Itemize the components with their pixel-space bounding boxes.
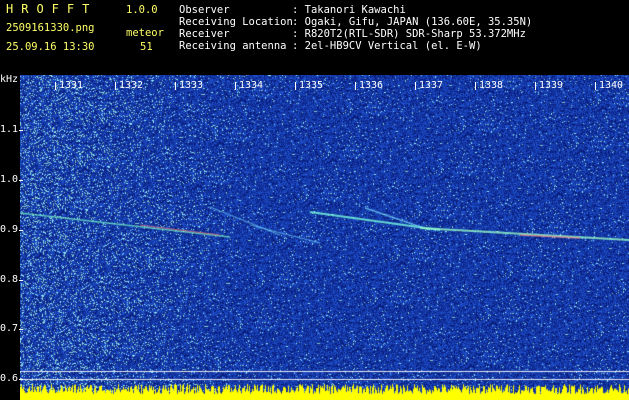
y-tick-label: 1.1 bbox=[0, 124, 19, 135]
x-tick-mark bbox=[235, 82, 236, 90]
y-tick-mark bbox=[19, 130, 23, 131]
y-tick-mark bbox=[19, 230, 23, 231]
x-tick-label: 1338 bbox=[479, 80, 504, 91]
y-tick-label: 0.9 bbox=[0, 224, 19, 235]
x-tick-label: 1335 bbox=[299, 80, 324, 91]
y-tick-label: 0.7 bbox=[0, 323, 19, 334]
info-label-location: Receiving Location bbox=[179, 16, 293, 28]
x-tick-mark bbox=[55, 82, 56, 90]
info-label-observer: Observer bbox=[179, 4, 230, 16]
x-tick-label: 1339 bbox=[539, 80, 564, 91]
x-tick-mark bbox=[175, 82, 176, 90]
y-tick-label: 1.0 bbox=[0, 174, 19, 185]
detection-label: meteor bbox=[126, 27, 164, 39]
x-tick-mark bbox=[115, 82, 116, 90]
x-tick-label: 1336 bbox=[359, 80, 384, 91]
info-label-receiver: Receiver bbox=[179, 28, 230, 40]
x-tick-mark bbox=[475, 82, 476, 90]
file-name: 2509161330.png bbox=[6, 22, 95, 34]
file-datetime: 25.09.16 13:30 bbox=[6, 41, 95, 53]
x-tick-mark bbox=[355, 82, 356, 90]
y-tick-mark bbox=[19, 329, 23, 330]
info-value-antenna: : 2el-HB9CV Vertical (el. E-W) bbox=[292, 40, 482, 52]
x-tick-mark bbox=[415, 82, 416, 90]
x-tick-mark bbox=[535, 82, 536, 90]
info-value-observer: : Takanori Kawachi bbox=[292, 4, 406, 16]
x-tick-label: 1331 bbox=[59, 80, 84, 91]
x-tick-mark bbox=[595, 82, 596, 90]
spectrogram-plot bbox=[20, 75, 629, 400]
x-tick-label: 1334 bbox=[239, 80, 264, 91]
x-tick-label: 1337 bbox=[419, 80, 444, 91]
x-tick-label: 1332 bbox=[119, 80, 144, 91]
app-version: 1.0.0 bbox=[126, 4, 158, 16]
y-tick-mark bbox=[19, 180, 23, 181]
app-name: HROFFT bbox=[6, 2, 98, 16]
info-value-location: : Ogaki, Gifu, JAPAN (136.60E, 35.35N) bbox=[292, 16, 533, 28]
x-tick-label: 1333 bbox=[179, 80, 204, 91]
info-label-antenna: Receiving antenna bbox=[179, 40, 287, 52]
spectrogram-canvas bbox=[20, 75, 629, 400]
detection-count: 51 bbox=[140, 41, 153, 53]
y-axis-unit: kHz bbox=[0, 74, 19, 85]
info-value-receiver: : R820T2(RTL-SDR) SDR-Sharp 53.372MHz bbox=[292, 28, 526, 40]
y-tick-label: 0.8 bbox=[0, 274, 19, 285]
x-tick-label: 1340 bbox=[599, 80, 624, 91]
y-tick-label: 0.6 bbox=[0, 373, 19, 384]
x-tick-mark bbox=[295, 82, 296, 90]
y-tick-mark bbox=[19, 280, 23, 281]
header-panel: HROFFT 1.0.0 2509161330.png meteor 25.09… bbox=[0, 0, 629, 72]
y-tick-mark bbox=[19, 379, 23, 380]
